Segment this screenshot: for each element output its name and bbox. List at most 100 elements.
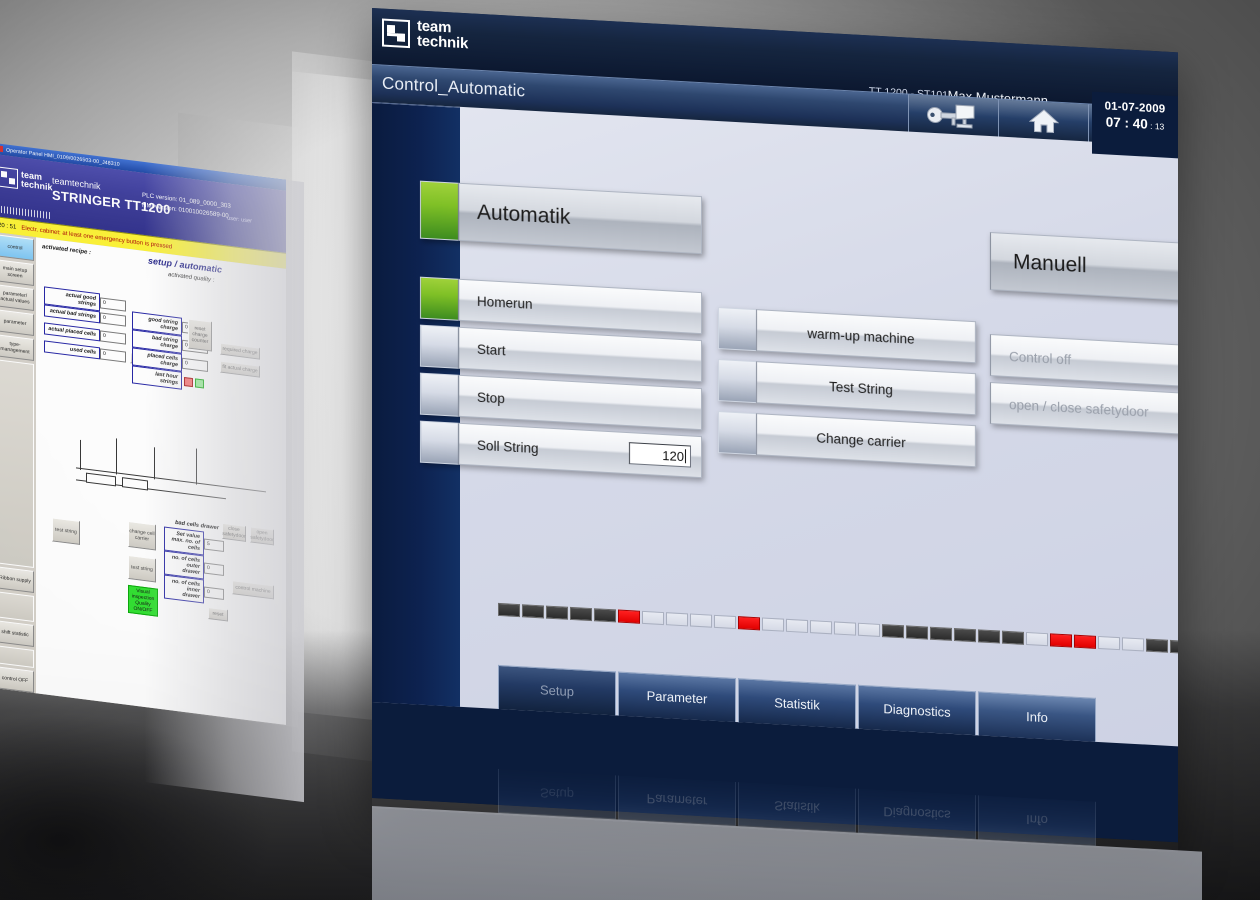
status-cell[interactable] <box>834 621 856 636</box>
status-cell[interactable] <box>1170 639 1178 655</box>
field-value[interactable]: 0 <box>100 311 126 327</box>
sidebar-item-shift-statistic[interactable]: shift statistic <box>0 620 34 648</box>
login-key-button[interactable] <box>908 94 998 138</box>
legacy-barcode-stripes <box>0 205 52 220</box>
key-screen-icon <box>926 104 974 129</box>
last-hour-bad-indicator <box>184 376 193 387</box>
status-cell[interactable] <box>858 622 880 637</box>
tab-info[interactable]: Info <box>978 691 1096 742</box>
status-cell[interactable] <box>642 610 664 626</box>
field-value[interactable]: 0 <box>182 357 208 372</box>
control-machine-button[interactable]: control machine <box>232 580 274 600</box>
reset-charge-counter-button[interactable]: reset charge counter <box>188 318 212 352</box>
field-value[interactable]: 0 <box>204 562 224 576</box>
drawer-reset-button[interactable]: reset <box>208 607 228 622</box>
manual-mode-button[interactable]: Manuell <box>990 232 1178 303</box>
status-cell[interactable] <box>498 602 520 618</box>
legacy-clock <box>282 208 284 226</box>
safetydoor-button[interactable]: open / close safetydoor <box>990 382 1178 437</box>
field-value[interactable]: 0 <box>100 296 126 312</box>
test-string-label: Test String <box>756 361 976 416</box>
soll-string-input[interactable]: 120 <box>629 442 691 468</box>
test-string-button[interactable]: test string <box>128 554 156 583</box>
change-carrier-button[interactable]: Change carrier <box>718 411 976 468</box>
legacy-user-line: user: user <box>227 215 252 224</box>
machine-functions-column: warm-up machine Test String Change carri… <box>718 307 976 477</box>
status-cell[interactable] <box>1122 637 1144 652</box>
string-status-strip[interactable] <box>498 602 1178 665</box>
tab-parameter: Parameter <box>618 775 736 827</box>
test-string-button[interactable]: Test String <box>718 359 976 416</box>
status-cell[interactable] <box>810 620 832 635</box>
tab-setup[interactable]: Setup <box>498 664 616 716</box>
start-button[interactable]: Start <box>420 324 702 383</box>
warm-up-machine-button[interactable]: warm-up machine <box>718 307 976 364</box>
status-cell[interactable] <box>546 605 568 620</box>
status-cell[interactable] <box>1050 633 1072 648</box>
status-cell[interactable] <box>1026 631 1048 647</box>
tab-diagnostics[interactable]: Diagnostics <box>858 684 976 736</box>
legacy-operator-panel-window[interactable]: Operator Panel HMI_0109/0026503-00_J4831… <box>0 143 304 803</box>
test-string-button-left[interactable]: test string <box>52 517 80 545</box>
logo-line-technik: technik <box>417 31 469 52</box>
status-cell[interactable] <box>786 618 808 633</box>
status-cell[interactable] <box>1002 630 1024 645</box>
status-cell[interactable] <box>762 617 784 632</box>
sidebar-item-control[interactable]: control <box>0 234 34 262</box>
close-safetydoor-button[interactable]: close safetydoor <box>222 522 246 542</box>
legacy-logo-text: team technik <box>21 169 53 193</box>
status-cell[interactable] <box>714 614 736 630</box>
status-cell[interactable] <box>930 626 952 641</box>
home-button[interactable] <box>998 99 1088 143</box>
status-cell[interactable] <box>522 604 544 619</box>
soll-string-row[interactable]: Soll String 120 <box>420 420 702 479</box>
status-cell[interactable] <box>954 628 976 643</box>
sidebar-item-parameter[interactable]: parameter <box>0 309 34 337</box>
tab-label: Setup <box>540 682 574 700</box>
status-cell[interactable] <box>594 608 616 623</box>
status-cell[interactable] <box>1098 635 1120 651</box>
fit-actual-charge-button[interactable]: fit actual charge <box>220 360 260 378</box>
hmi-content: Automatik Homerun Start Stop Soll String… <box>372 102 1178 747</box>
status-cell[interactable] <box>978 629 1000 644</box>
teamtechnik-logo-mark <box>382 18 410 48</box>
stop-button[interactable]: Stop <box>420 372 702 431</box>
field-value[interactable]: 0 <box>204 586 224 600</box>
sidebar-item-main-setup-screen[interactable]: main setup screen <box>0 259 34 287</box>
visual-inspection-quality-button[interactable]: Visual inspection Quality ON/OFF <box>128 584 158 617</box>
status-cell[interactable] <box>1074 634 1096 649</box>
manual-mode-label: Manuell <box>990 232 1178 302</box>
field-value[interactable]: 0 <box>100 347 126 363</box>
status-cell[interactable] <box>570 606 592 622</box>
status-cell[interactable] <box>666 612 688 627</box>
automatic-mode-label: Automatik <box>458 182 702 255</box>
status-cell[interactable] <box>738 616 760 631</box>
change-carrier-label: Change carrier <box>756 413 976 468</box>
tab-parameter[interactable]: Parameter <box>618 671 736 723</box>
automatic-mode-button[interactable]: Automatik <box>420 180 702 255</box>
soll-string-label: Soll String <box>477 437 539 456</box>
change-cell-carrier-button[interactable]: change cell carrier <box>128 520 156 551</box>
tab-statistik[interactable]: Statistik <box>738 678 856 729</box>
status-cell[interactable] <box>882 624 904 639</box>
status-cell[interactable] <box>906 625 928 640</box>
sidebar-item-type-management[interactable]: type-management <box>0 334 34 362</box>
field-value[interactable]: 0 <box>100 329 126 345</box>
status-cell[interactable] <box>618 609 640 624</box>
legacy-version-block: PLC version: 01_089_0000_303 HMI version… <box>142 191 231 222</box>
legacy-window-icon <box>0 145 3 153</box>
legacy-sidebar: control main setup screen parameter/ act… <box>0 232 36 694</box>
sidebar-item-parameter-actual-values[interactable]: parameter/ actual values <box>0 284 34 312</box>
start-led <box>420 324 458 369</box>
required-charge-button[interactable]: required charge <box>220 342 260 360</box>
sidebar-item-control-off[interactable]: control OFF <box>0 666 34 694</box>
open-safetydoor-button[interactable]: open safetydoor <box>250 526 274 546</box>
legacy-user-label: user: <box>227 215 240 224</box>
clock-hhmm: 07 : 40 <box>1105 114 1148 132</box>
field-value[interactable]: 5 <box>204 538 224 552</box>
status-cell[interactable] <box>1146 638 1168 653</box>
sidebar-item-ribbon-supply[interactable]: Ribbon supply <box>0 566 34 594</box>
safetydoor-label: open / close safetydoor <box>990 382 1178 436</box>
control-off-button[interactable]: Control off <box>990 334 1178 389</box>
status-cell[interactable] <box>690 613 712 628</box>
